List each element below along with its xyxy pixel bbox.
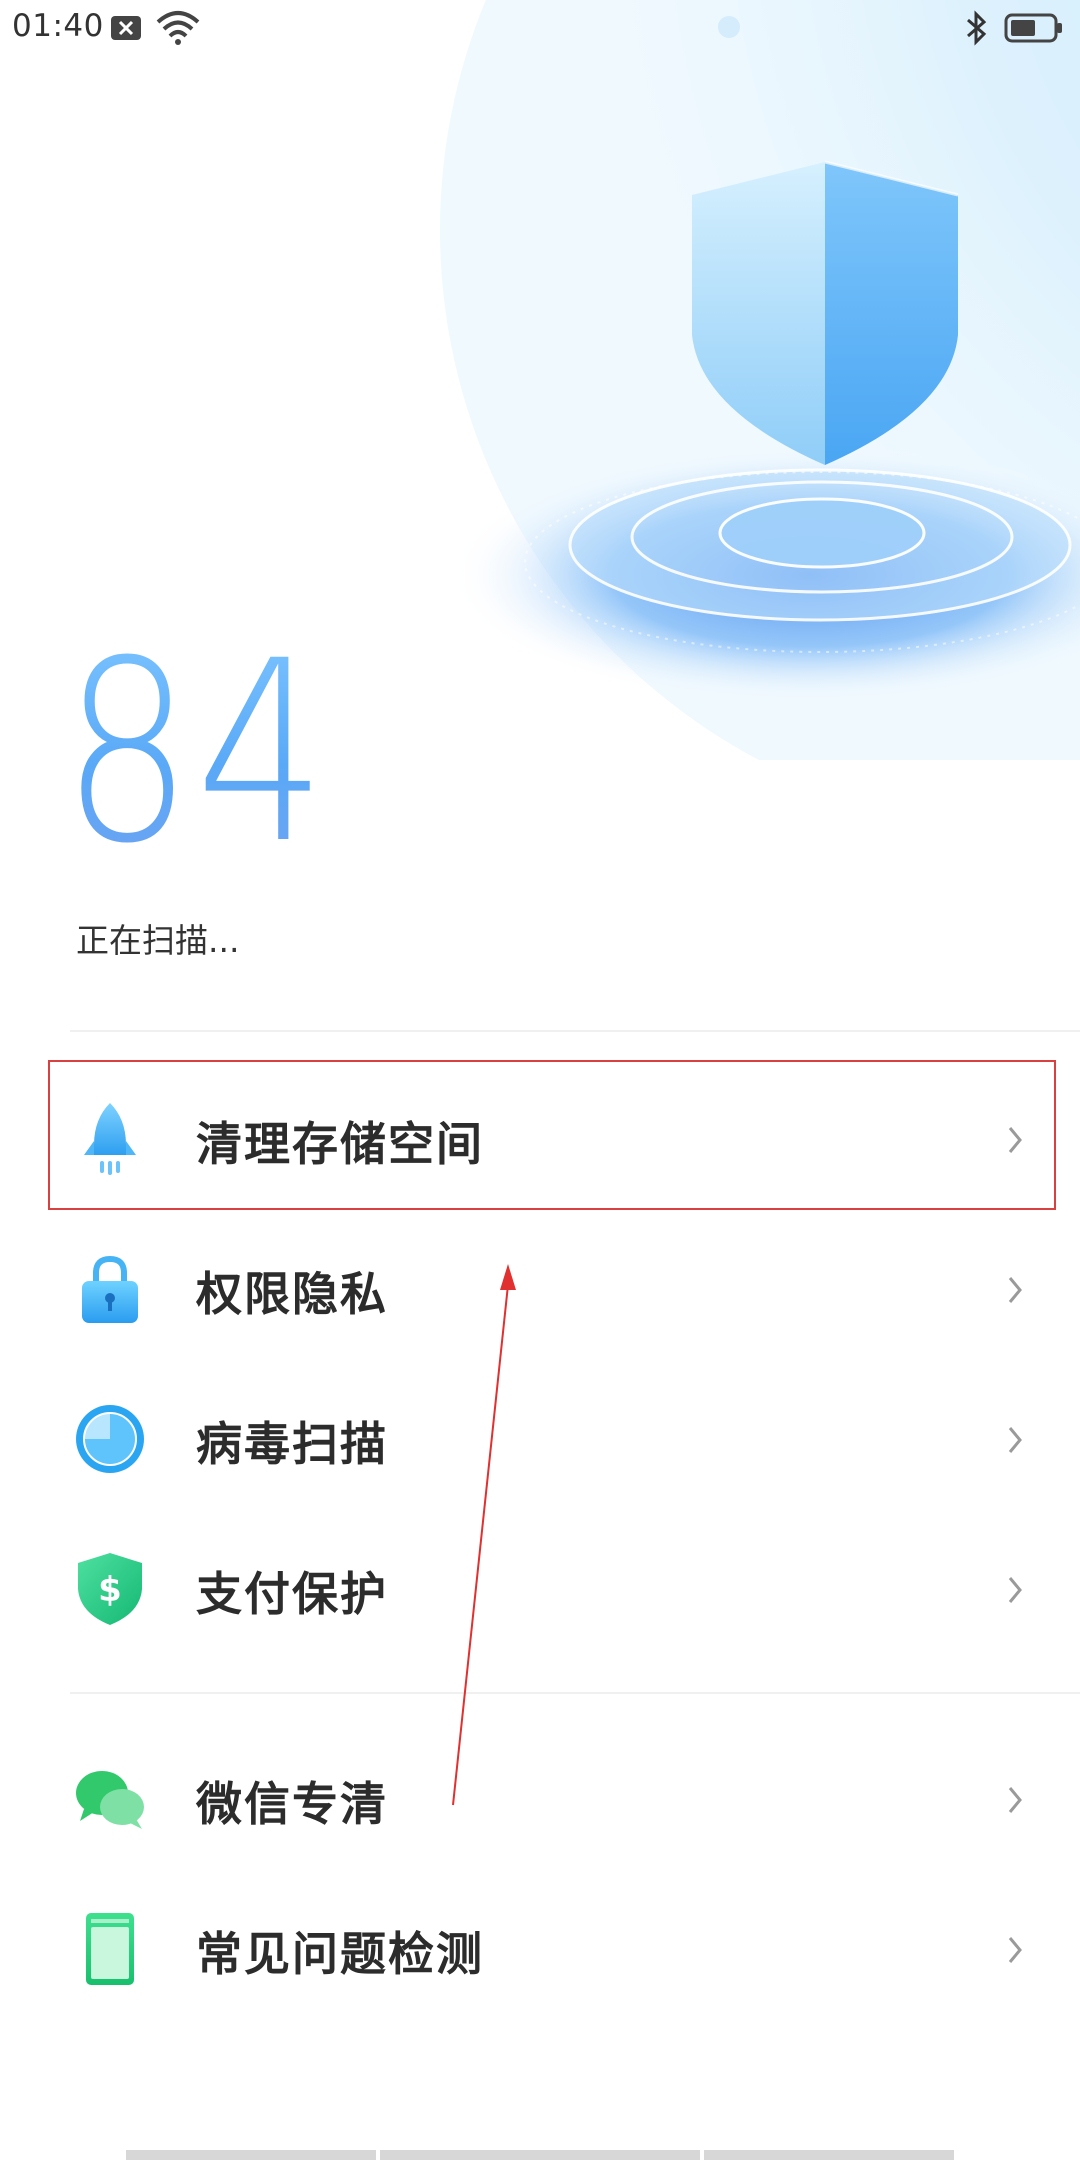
menu-item-label: 微信专清	[196, 1777, 388, 1831]
chevron-right-icon	[1000, 1270, 1030, 1310]
menu-item-label: 权限隐私	[196, 1267, 388, 1321]
divider	[70, 1692, 1080, 1694]
divider	[70, 1030, 1080, 1032]
tab-indicator-segment	[380, 2150, 700, 2160]
chevron-right-icon	[1000, 1780, 1030, 1820]
svg-text:$: $	[98, 1570, 122, 1610]
chevron-right-icon	[1000, 1570, 1030, 1610]
menu-item-virus-scan[interactable]: 病毒扫描	[0, 1364, 1080, 1514]
status-bar: 01:40	[0, 0, 1080, 56]
battery-icon	[1004, 12, 1064, 48]
status-time: 01:40	[12, 8, 104, 44]
security-center-screen: 01:40 84 正在扫描... 清理存储空间 权限隐私 病毒扫描 $ 支付保护…	[0, 0, 1080, 2160]
bottom-tab-indicator	[126, 2150, 954, 2160]
bluetooth-icon	[964, 10, 990, 50]
scan-status-text: 正在扫描...	[76, 921, 240, 960]
rocket-icon	[72, 1101, 148, 1177]
menu-item-privacy-permissions[interactable]: 权限隐私	[0, 1214, 1080, 1364]
menu-item-label: 清理存储空间	[196, 1117, 484, 1171]
chevron-right-icon	[1000, 1930, 1030, 1970]
wifi-icon	[156, 10, 200, 50]
menu-item-common-issue-check[interactable]: 常见问题检测	[0, 1874, 1080, 2024]
tab-indicator-segment	[704, 2150, 954, 2160]
scan-icon	[72, 1401, 148, 1477]
payment-shield-icon: $	[72, 1551, 148, 1627]
security-score: 84	[62, 607, 330, 898]
menu-item-clean-storage[interactable]: 清理存储空间	[0, 1064, 1080, 1214]
lock-icon	[72, 1251, 148, 1327]
menu-item-label: 病毒扫描	[196, 1417, 388, 1471]
phone-check-icon	[72, 1911, 148, 1987]
camera-dot	[718, 16, 740, 38]
notification-x-icon	[110, 14, 142, 46]
chevron-right-icon	[1000, 1120, 1030, 1160]
tab-indicator-segment	[126, 2150, 376, 2160]
wechat-icon	[72, 1761, 148, 1837]
menu-item-payment-protection[interactable]: $ 支付保护	[0, 1514, 1080, 1664]
menu-item-wechat-clean[interactable]: 微信专清	[0, 1724, 1080, 1874]
menu-item-label: 支付保护	[196, 1567, 388, 1621]
menu-item-label: 常见问题检测	[196, 1927, 484, 1981]
chevron-right-icon	[1000, 1420, 1030, 1460]
